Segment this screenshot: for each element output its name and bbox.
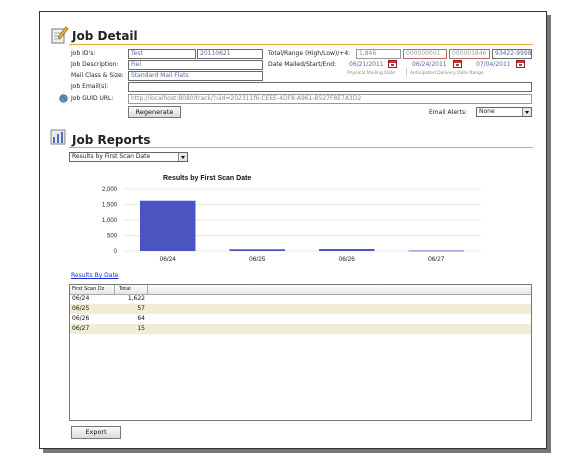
- job-id-field-2[interactable]: 20110621: [197, 49, 263, 59]
- job-detail-divider: [69, 44, 533, 45]
- x-tick-label: 06/25: [249, 256, 266, 263]
- calendar-icon[interactable]: [453, 60, 462, 68]
- caption-divider: [406, 68, 407, 77]
- table-row[interactable]: 06/26 64: [70, 314, 531, 324]
- results-by-date-link[interactable]: Results By Date: [71, 272, 119, 279]
- column-divider: [147, 285, 148, 294]
- table-row[interactable]: 06/27 15: [70, 324, 531, 334]
- chevron-down-icon: [522, 108, 531, 116]
- table-row[interactable]: 06/25 57: [70, 304, 531, 314]
- physical-mailing-caption: Physical Mailing Date: [347, 71, 396, 76]
- cell-date: 06/25: [72, 305, 90, 312]
- plus4-field[interactable]: 93422-9998: [492, 49, 532, 59]
- report-type-select[interactable]: Results by First Scan Date: [69, 152, 188, 162]
- mail-class-field[interactable]: Standard Mail Flats: [128, 71, 263, 81]
- chart-bar: [408, 250, 464, 252]
- results-chart: Results by First Scan Date 2,000 1,500 1,0…: [102, 175, 481, 263]
- y-tick-label: 500: [107, 234, 118, 240]
- job-email-field[interactable]: [128, 82, 532, 92]
- table-row[interactable]: 06/24 1,622: [70, 294, 531, 304]
- bar-chart-icon: [50, 129, 66, 145]
- chart-bar: [229, 249, 285, 251]
- email-alerts-select[interactable]: None: [476, 107, 532, 117]
- cell-date: 06/27: [72, 325, 90, 332]
- cell-total: 15: [137, 325, 145, 332]
- job-email-label: Job Email(s):: [71, 83, 109, 90]
- date-start-value: 06/24/2011: [412, 61, 447, 68]
- pencil-notepad-icon: [51, 26, 69, 44]
- anticipated-delivery-caption: Anticipated Delivery Date Range: [410, 71, 484, 76]
- email-alerts-label: Email Alerts:: [429, 109, 467, 116]
- job-description-label: Job Description:: [71, 61, 119, 68]
- total-field[interactable]: 1,846: [356, 49, 401, 59]
- column-header-first-scan[interactable]: First Scan Dz: [72, 286, 104, 292]
- y-tick-label: 1,500: [102, 203, 118, 209]
- job-reports-title: Job Reports: [72, 133, 151, 147]
- x-tick-label: 06/26: [339, 256, 356, 263]
- results-table: First Scan Dz Total 06/24 1,622 06/25 57…: [69, 284, 532, 421]
- cell-total: 1,622: [127, 295, 145, 302]
- mail-class-label: Mail Class & Size:: [71, 72, 124, 79]
- column-divider: [114, 285, 115, 294]
- y-tick-label: 2,000: [102, 187, 118, 193]
- date-mailed-label: Date Mailed/Start/End:: [268, 61, 337, 68]
- date-end-value: 07/04/2011: [476, 61, 511, 68]
- job-reports-divider: [69, 147, 533, 148]
- cell-date: 06/24: [72, 295, 90, 302]
- range-high-field[interactable]: 000001846: [449, 49, 490, 59]
- export-button[interactable]: Export: [71, 426, 121, 439]
- chart-bar: [140, 200, 196, 251]
- calendar-icon[interactable]: [388, 60, 397, 68]
- job-guid-url-field[interactable]: http://localhost:8080/track/?uid=202311f…: [128, 94, 532, 104]
- cell-date: 06/26: [72, 315, 90, 322]
- y-tick-label: 1,000: [102, 218, 118, 224]
- chart-bar: [319, 249, 375, 251]
- globe-icon: [59, 94, 68, 103]
- job-id-field-1[interactable]: Test: [128, 49, 196, 59]
- regenerate-button[interactable]: Regenerate: [128, 106, 181, 118]
- email-alerts-value: None: [479, 108, 495, 115]
- job-detail-title: Job Detail: [72, 29, 138, 43]
- x-tick-label: 06/27: [428, 256, 445, 263]
- chevron-down-icon: [178, 153, 187, 161]
- y-tick-label: 0: [114, 249, 118, 255]
- job-description-field[interactable]: Fiel: [128, 60, 263, 70]
- date-mailed-value: 06/21/2011: [349, 61, 384, 68]
- cell-total: 57: [137, 305, 145, 312]
- report-type-value: Results by First Scan Date: [72, 153, 151, 160]
- x-tick-label: 06/24: [160, 256, 177, 263]
- chart-title: Results by First Scan Date: [163, 175, 251, 182]
- range-low-field[interactable]: 000000001: [403, 49, 447, 59]
- total-range-label: Total/Range (High/Low)/+4:: [268, 50, 351, 57]
- job-ids-label: Job ID's:: [71, 50, 96, 57]
- cell-total: 64: [137, 315, 145, 322]
- column-header-total[interactable]: Total: [119, 286, 131, 292]
- calendar-icon[interactable]: [516, 60, 525, 68]
- job-guid-label: Job GUID URL:: [71, 95, 114, 102]
